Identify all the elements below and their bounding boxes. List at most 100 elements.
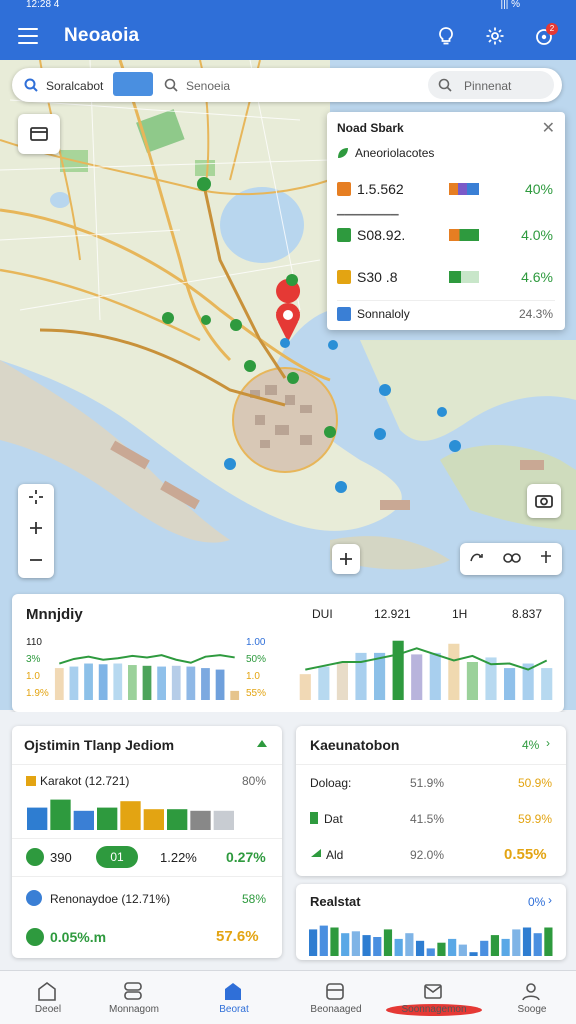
share-icon[interactable] xyxy=(469,550,485,569)
stat-icon xyxy=(337,270,351,284)
chart-bar xyxy=(167,809,188,830)
panel-row[interactable]: 1.5.562 40% xyxy=(337,178,555,202)
notifications-icon[interactable]: 2 xyxy=(530,22,558,50)
locate-icon[interactable] xyxy=(28,489,44,510)
chart-bar xyxy=(351,931,360,956)
left-axis-labels: 110 3% 1.0 1.9% xyxy=(26,634,49,702)
map-search-bar[interactable]: Soralcabot Senoeia Pinnenat xyxy=(12,68,562,102)
panel-row-bar xyxy=(449,271,479,283)
nav-item-manage[interactable]: Monnagom xyxy=(86,971,182,1024)
legend-icon xyxy=(310,812,318,824)
settings-gear-icon[interactable] xyxy=(481,22,509,50)
panel-row[interactable]: Sonnaloly 24.3% xyxy=(337,300,555,324)
chart-bar xyxy=(466,662,478,700)
chart-bar xyxy=(27,807,48,830)
row-value: 41.5% xyxy=(410,812,445,826)
status-chip[interactable]: 01 xyxy=(96,846,138,868)
card1-bar-chart xyxy=(27,799,234,830)
chart-bar xyxy=(330,927,339,956)
menu-icon[interactable] xyxy=(18,28,38,44)
chart-bar xyxy=(480,940,489,956)
panel-row-bar xyxy=(449,183,479,195)
binoculars-icon[interactable] xyxy=(503,550,521,569)
panel-row-bar xyxy=(449,229,479,241)
chart-bar xyxy=(215,669,225,700)
row-label: Ald xyxy=(326,848,344,862)
nav-label: Deoel xyxy=(34,1004,62,1015)
card-title: Mnnjdiy xyxy=(26,606,83,623)
chart-bar xyxy=(50,799,71,830)
card-title: Ojstimin Tlanp Jediom xyxy=(24,737,175,753)
chart-bar xyxy=(362,935,371,956)
stats-card: Ojstimin Tlanp Jediom Karakot (12.721) 8… xyxy=(12,726,282,958)
chart-bar xyxy=(544,927,553,956)
axis-label: 55% xyxy=(246,688,267,699)
chart-bar xyxy=(336,662,348,700)
notification-badge: 2 xyxy=(546,23,558,35)
chart-bar xyxy=(504,668,516,700)
chevron-right-icon[interactable]: › xyxy=(546,736,550,750)
search-icon xyxy=(438,78,452,92)
panel-row-caption: ▁▁▁▁▁▁▁▁ xyxy=(337,205,399,216)
chart-bar xyxy=(98,664,108,700)
leaf-icon xyxy=(338,148,348,158)
chart-bar xyxy=(394,938,403,956)
card-title: Realstat xyxy=(310,894,361,909)
monthly-chart-card: Mnnjdiy DUI 12.921 1H 8.837 110 3% 1.0 1… xyxy=(12,594,564,712)
app-root: 12:28 4 ||| % Neoaoia 2 Soralcabot Senoe… xyxy=(0,0,576,1024)
nav-item-messages[interactable]: Soonnagemon xyxy=(386,971,482,1024)
row-label: Renonaydoe (12.71%) xyxy=(50,892,171,906)
inbox-icon xyxy=(326,983,344,1000)
user-icon xyxy=(522,983,540,1001)
chart-bar xyxy=(415,940,425,956)
row-label: Dat xyxy=(324,812,343,826)
row-value: 390 xyxy=(50,850,72,865)
collapse-icon[interactable] xyxy=(256,738,268,748)
chart-bar xyxy=(383,929,393,956)
nav-item-managed[interactable]: Beonaaged xyxy=(288,971,384,1024)
nav-label: Beonaaged xyxy=(310,1004,362,1015)
chart-bar xyxy=(190,810,211,830)
mail-icon xyxy=(424,984,442,999)
chart-bar xyxy=(392,640,404,700)
chart-bar xyxy=(309,929,318,956)
close-icon[interactable]: ✕ xyxy=(542,118,555,138)
nav-item-report[interactable]: Beorat xyxy=(186,971,282,1024)
zoom-in-icon[interactable] xyxy=(28,520,44,541)
zoom-out-icon[interactable] xyxy=(28,552,44,573)
search-secondary-field[interactable]: Pinnenat xyxy=(428,71,554,99)
axis-label: 3% xyxy=(26,654,41,665)
row-pct: 58% xyxy=(242,892,267,906)
add-marker-button[interactable] xyxy=(332,544,360,574)
panel-row-pct: 24.3% xyxy=(518,307,553,321)
axis-label: 1.9% xyxy=(26,688,49,699)
right-axis-labels: 1.00 50% 1.0 55% xyxy=(246,634,266,702)
nav-item-home[interactable]: Deoel xyxy=(0,971,96,1024)
row-label: Doloag: xyxy=(310,776,352,790)
lightbulb-icon[interactable] xyxy=(432,22,460,50)
nav-item-profile[interactable]: Sooge xyxy=(484,971,576,1024)
chart-bar xyxy=(541,668,553,700)
panel-row[interactable]: S30 .8 4.6% xyxy=(337,266,555,290)
row-value: 51.9% xyxy=(410,776,445,790)
stat-icon xyxy=(337,228,351,242)
search-middle-text: Senoeia xyxy=(186,79,231,93)
nav-label: Sooge xyxy=(517,1004,547,1015)
route-icon[interactable] xyxy=(539,550,553,569)
summary-value: 8.837 xyxy=(512,607,543,621)
row-pct: 80% xyxy=(242,774,267,788)
chart-bar xyxy=(157,666,166,700)
chart-bar xyxy=(201,668,210,700)
status-battery: ||| % xyxy=(500,0,520,10)
chevron-right-icon[interactable]: › xyxy=(548,893,552,907)
layers-button[interactable] xyxy=(18,114,60,154)
database-icon xyxy=(124,982,142,1000)
chart-bar xyxy=(73,810,94,830)
chart-line xyxy=(59,654,235,665)
panel-row[interactable]: S08.92. 4.0% xyxy=(337,224,555,248)
row-value: 59.9% xyxy=(518,812,553,826)
status-time: 12:28 4 xyxy=(26,0,60,10)
camera-button[interactable] xyxy=(527,484,561,518)
search-filter-chip[interactable] xyxy=(113,72,153,96)
panel-row-value: S30 .8 xyxy=(357,269,398,285)
